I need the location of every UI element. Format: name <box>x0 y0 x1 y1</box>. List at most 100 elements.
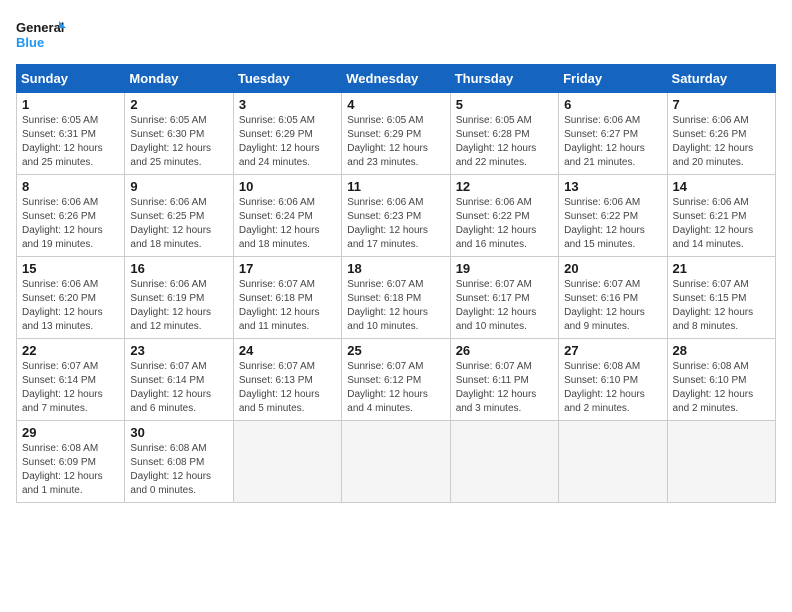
calendar-cell: 6 Sunrise: 6:06 AM Sunset: 6:27 PM Dayli… <box>559 93 667 175</box>
calendar-week-5: 29 Sunrise: 6:08 AM Sunset: 6:09 PM Dayl… <box>17 421 776 503</box>
day-info: Sunrise: 6:05 AM Sunset: 6:29 PM Dayligh… <box>239 114 336 170</box>
calendar-cell <box>559 421 667 503</box>
calendar-header-thursday: Thursday <box>450 65 558 93</box>
calendar-table: SundayMondayTuesdayWednesdayThursdayFrid… <box>16 64 776 503</box>
calendar-week-4: 22 Sunrise: 6:07 AM Sunset: 6:14 PM Dayl… <box>17 339 776 421</box>
svg-text:General: General <box>16 20 64 35</box>
day-info: Sunrise: 6:06 AM Sunset: 6:20 PM Dayligh… <box>22 278 119 334</box>
calendar-cell: 2 Sunrise: 6:05 AM Sunset: 6:30 PM Dayli… <box>125 93 233 175</box>
day-info: Sunrise: 6:06 AM Sunset: 6:27 PM Dayligh… <box>564 114 661 170</box>
calendar-header-tuesday: Tuesday <box>233 65 341 93</box>
calendar-cell <box>342 421 450 503</box>
day-info: Sunrise: 6:06 AM Sunset: 6:22 PM Dayligh… <box>456 196 553 252</box>
svg-text:Blue: Blue <box>16 35 44 50</box>
day-info: Sunrise: 6:08 AM Sunset: 6:08 PM Dayligh… <box>130 442 227 498</box>
day-number: 6 <box>564 97 661 112</box>
calendar-cell: 13 Sunrise: 6:06 AM Sunset: 6:22 PM Dayl… <box>559 175 667 257</box>
day-number: 9 <box>130 179 227 194</box>
calendar-cell: 7 Sunrise: 6:06 AM Sunset: 6:26 PM Dayli… <box>667 93 775 175</box>
calendar-cell: 12 Sunrise: 6:06 AM Sunset: 6:22 PM Dayl… <box>450 175 558 257</box>
day-info: Sunrise: 6:07 AM Sunset: 6:18 PM Dayligh… <box>239 278 336 334</box>
day-info: Sunrise: 6:08 AM Sunset: 6:09 PM Dayligh… <box>22 442 119 498</box>
day-number: 2 <box>130 97 227 112</box>
calendar-cell <box>450 421 558 503</box>
day-number: 17 <box>239 261 336 276</box>
calendar-cell: 28 Sunrise: 6:08 AM Sunset: 6:10 PM Dayl… <box>667 339 775 421</box>
day-number: 16 <box>130 261 227 276</box>
day-info: Sunrise: 6:06 AM Sunset: 6:24 PM Dayligh… <box>239 196 336 252</box>
calendar-cell: 16 Sunrise: 6:06 AM Sunset: 6:19 PM Dayl… <box>125 257 233 339</box>
day-info: Sunrise: 6:06 AM Sunset: 6:21 PM Dayligh… <box>673 196 770 252</box>
calendar-cell: 3 Sunrise: 6:05 AM Sunset: 6:29 PM Dayli… <box>233 93 341 175</box>
day-info: Sunrise: 6:08 AM Sunset: 6:10 PM Dayligh… <box>564 360 661 416</box>
day-info: Sunrise: 6:07 AM Sunset: 6:18 PM Dayligh… <box>347 278 444 334</box>
calendar-cell: 20 Sunrise: 6:07 AM Sunset: 6:16 PM Dayl… <box>559 257 667 339</box>
day-number: 25 <box>347 343 444 358</box>
day-info: Sunrise: 6:07 AM Sunset: 6:14 PM Dayligh… <box>130 360 227 416</box>
day-info: Sunrise: 6:07 AM Sunset: 6:14 PM Dayligh… <box>22 360 119 416</box>
day-info: Sunrise: 6:06 AM Sunset: 6:25 PM Dayligh… <box>130 196 227 252</box>
calendar-cell: 5 Sunrise: 6:05 AM Sunset: 6:28 PM Dayli… <box>450 93 558 175</box>
day-info: Sunrise: 6:05 AM Sunset: 6:30 PM Dayligh… <box>130 114 227 170</box>
day-number: 4 <box>347 97 444 112</box>
calendar-cell <box>233 421 341 503</box>
day-info: Sunrise: 6:07 AM Sunset: 6:15 PM Dayligh… <box>673 278 770 334</box>
day-info: Sunrise: 6:07 AM Sunset: 6:13 PM Dayligh… <box>239 360 336 416</box>
calendar-week-2: 8 Sunrise: 6:06 AM Sunset: 6:26 PM Dayli… <box>17 175 776 257</box>
calendar-cell: 4 Sunrise: 6:05 AM Sunset: 6:29 PM Dayli… <box>342 93 450 175</box>
calendar-cell: 29 Sunrise: 6:08 AM Sunset: 6:09 PM Dayl… <box>17 421 125 503</box>
day-number: 20 <box>564 261 661 276</box>
calendar-cell: 15 Sunrise: 6:06 AM Sunset: 6:20 PM Dayl… <box>17 257 125 339</box>
calendar-header-friday: Friday <box>559 65 667 93</box>
day-number: 5 <box>456 97 553 112</box>
day-number: 18 <box>347 261 444 276</box>
calendar-cell: 10 Sunrise: 6:06 AM Sunset: 6:24 PM Dayl… <box>233 175 341 257</box>
calendar-header-saturday: Saturday <box>667 65 775 93</box>
day-number: 7 <box>673 97 770 112</box>
day-number: 30 <box>130 425 227 440</box>
logo-svg: General Blue <box>16 16 66 54</box>
day-number: 27 <box>564 343 661 358</box>
calendar-cell: 24 Sunrise: 6:07 AM Sunset: 6:13 PM Dayl… <box>233 339 341 421</box>
calendar-cell: 14 Sunrise: 6:06 AM Sunset: 6:21 PM Dayl… <box>667 175 775 257</box>
day-info: Sunrise: 6:07 AM Sunset: 6:17 PM Dayligh… <box>456 278 553 334</box>
calendar-cell: 25 Sunrise: 6:07 AM Sunset: 6:12 PM Dayl… <box>342 339 450 421</box>
calendar-week-3: 15 Sunrise: 6:06 AM Sunset: 6:20 PM Dayl… <box>17 257 776 339</box>
calendar-header-sunday: Sunday <box>17 65 125 93</box>
day-number: 19 <box>456 261 553 276</box>
calendar-header-wednesday: Wednesday <box>342 65 450 93</box>
day-info: Sunrise: 6:08 AM Sunset: 6:10 PM Dayligh… <box>673 360 770 416</box>
calendar-cell: 11 Sunrise: 6:06 AM Sunset: 6:23 PM Dayl… <box>342 175 450 257</box>
day-number: 22 <box>22 343 119 358</box>
calendar-cell: 17 Sunrise: 6:07 AM Sunset: 6:18 PM Dayl… <box>233 257 341 339</box>
calendar-cell: 19 Sunrise: 6:07 AM Sunset: 6:17 PM Dayl… <box>450 257 558 339</box>
day-number: 12 <box>456 179 553 194</box>
calendar-cell <box>667 421 775 503</box>
calendar-week-1: 1 Sunrise: 6:05 AM Sunset: 6:31 PM Dayli… <box>17 93 776 175</box>
logo: General Blue <box>16 16 66 54</box>
calendar-header-row: SundayMondayTuesdayWednesdayThursdayFrid… <box>17 65 776 93</box>
day-number: 15 <box>22 261 119 276</box>
day-info: Sunrise: 6:06 AM Sunset: 6:19 PM Dayligh… <box>130 278 227 334</box>
day-info: Sunrise: 6:06 AM Sunset: 6:22 PM Dayligh… <box>564 196 661 252</box>
day-number: 23 <box>130 343 227 358</box>
day-number: 26 <box>456 343 553 358</box>
calendar-cell: 21 Sunrise: 6:07 AM Sunset: 6:15 PM Dayl… <box>667 257 775 339</box>
calendar-cell: 22 Sunrise: 6:07 AM Sunset: 6:14 PM Dayl… <box>17 339 125 421</box>
day-number: 29 <box>22 425 119 440</box>
day-number: 14 <box>673 179 770 194</box>
calendar-cell: 23 Sunrise: 6:07 AM Sunset: 6:14 PM Dayl… <box>125 339 233 421</box>
day-number: 10 <box>239 179 336 194</box>
calendar-cell: 30 Sunrise: 6:08 AM Sunset: 6:08 PM Dayl… <box>125 421 233 503</box>
calendar-cell: 18 Sunrise: 6:07 AM Sunset: 6:18 PM Dayl… <box>342 257 450 339</box>
calendar-cell: 1 Sunrise: 6:05 AM Sunset: 6:31 PM Dayli… <box>17 93 125 175</box>
day-number: 13 <box>564 179 661 194</box>
day-info: Sunrise: 6:06 AM Sunset: 6:26 PM Dayligh… <box>22 196 119 252</box>
calendar-cell: 27 Sunrise: 6:08 AM Sunset: 6:10 PM Dayl… <box>559 339 667 421</box>
day-number: 21 <box>673 261 770 276</box>
day-number: 1 <box>22 97 119 112</box>
day-number: 3 <box>239 97 336 112</box>
day-info: Sunrise: 6:07 AM Sunset: 6:12 PM Dayligh… <box>347 360 444 416</box>
calendar-cell: 26 Sunrise: 6:07 AM Sunset: 6:11 PM Dayl… <box>450 339 558 421</box>
day-info: Sunrise: 6:06 AM Sunset: 6:23 PM Dayligh… <box>347 196 444 252</box>
